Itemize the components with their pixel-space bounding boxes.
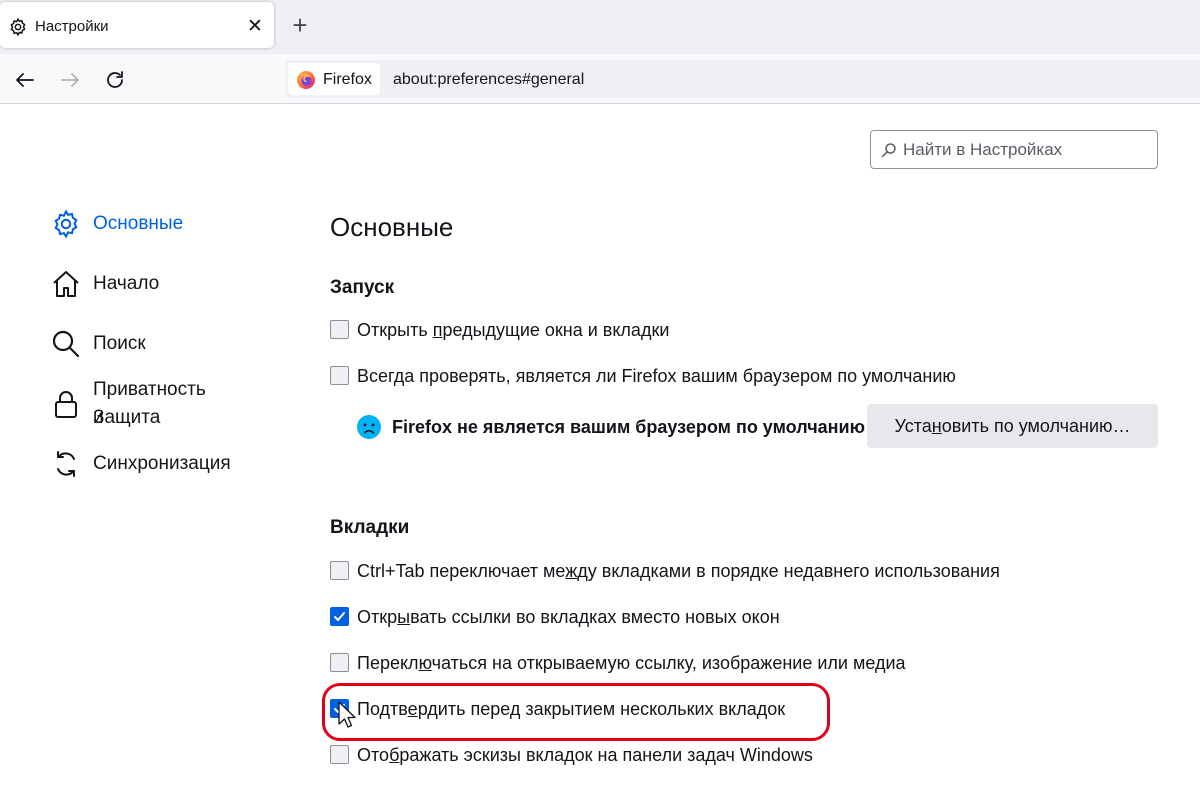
section-title-tabs: Вкладки: [330, 517, 410, 538]
close-icon[interactable]: ✕: [244, 16, 266, 38]
page-title: Основные: [330, 212, 454, 242]
new-tab-button[interactable]: +: [288, 12, 312, 38]
forward-arrow-icon[interactable]: [58, 68, 82, 92]
home-icon: [53, 271, 79, 297]
checkmark-icon: [334, 612, 345, 621]
not-default-message: Firefox не является вашим браузером по у…: [392, 417, 865, 437]
sync-icon: [57, 451, 75, 477]
checkbox[interactable]: [330, 320, 349, 339]
set-default-button[interactable]: Установить по умолчанию…: [867, 404, 1158, 448]
nav-bar: Firefox about:preferences#general: [0, 54, 1200, 104]
sidebar-item-label: Начало: [93, 273, 160, 294]
gear-icon: [54, 209, 78, 239]
pref-label: Ctrl+Tab переключает между вкладками в п…: [357, 561, 1000, 581]
default-browser-row: Firefox не является вашим браузером по у…: [356, 404, 1158, 448]
highlight-annotation: [322, 683, 830, 741]
mouse-pointer-icon: [338, 701, 356, 728]
url-bar[interactable]: Firefox about:preferences#general: [285, 60, 1200, 98]
settings-search-input[interactable]: [903, 131, 1153, 168]
pref-label: Переключаться на открываемую ссылку, изо…: [357, 653, 906, 673]
checkbox[interactable]: [330, 366, 349, 385]
sidebar-item-label: Поиск: [93, 333, 146, 354]
settings-search-box[interactable]: [870, 130, 1158, 169]
reload-icon[interactable]: [103, 68, 127, 92]
identity-box[interactable]: Firefox: [288, 63, 380, 95]
sidebar-item-label: Защита: [93, 407, 161, 428]
pref-label: Открыть предыдущие окна и вкладки: [357, 320, 670, 340]
pref-label: Отображать эскизы вкладок на панели зада…: [357, 745, 813, 765]
pref-label: Всегда проверять, является ли Firefox ва…: [357, 366, 956, 386]
pref-label: Открывать ссылки во вкладках вместо новы…: [357, 607, 780, 627]
section-title-startup: Запуск: [330, 277, 395, 298]
identity-label: Firefox: [323, 71, 372, 88]
url-text[interactable]: about:preferences#general: [393, 70, 584, 90]
checkbox-checked[interactable]: [330, 607, 349, 626]
tab-settings[interactable]: Настройки ✕: [0, 2, 274, 48]
checkbox[interactable]: [330, 745, 349, 764]
search-icon: [52, 330, 80, 358]
back-arrow-icon[interactable]: [13, 68, 37, 92]
lock-icon: [55, 391, 77, 418]
checkbox[interactable]: [330, 561, 349, 580]
sidebar-item-label: Синхронизация: [93, 453, 231, 474]
search-icon: [881, 143, 896, 158]
tab-strip: Настройки ✕ +: [0, 0, 1200, 54]
tab-title: Настройки: [35, 18, 109, 35]
firefox-logo-icon: [297, 71, 315, 89]
sad-face-icon: [357, 415, 381, 439]
gear-icon: [10, 17, 26, 37]
sidebar-item-label: Основные: [93, 213, 184, 234]
checkbox[interactable]: [330, 653, 349, 672]
